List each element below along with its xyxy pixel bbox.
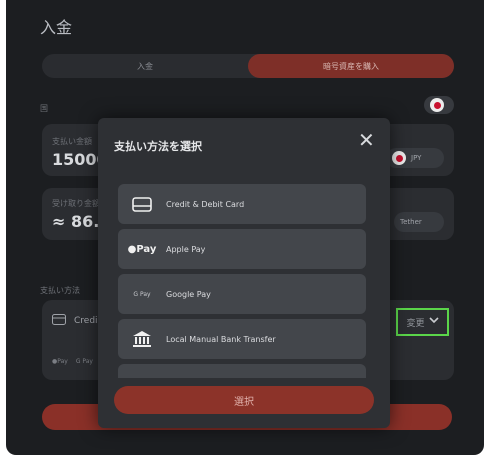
method-label: Google Pay: [166, 289, 211, 299]
card-icon: [118, 196, 166, 212]
currency-selector[interactable]: JPY: [386, 148, 444, 168]
method-list: Credit & Debit Card ● Pay Apple Pay G Pay…: [118, 184, 366, 378]
change-method-button[interactable]: 変更: [396, 308, 449, 336]
google-pay-logo: G Pay: [75, 358, 93, 365]
card-icon: [52, 314, 66, 328]
selected-method: Credi: [52, 314, 98, 328]
chevron-down-icon: [428, 317, 439, 327]
method-google-pay[interactable]: G Pay Google Pay: [118, 274, 366, 314]
change-label: 変更: [406, 318, 425, 329]
selected-method-label: Credi: [74, 316, 98, 326]
bank-icon: [118, 330, 166, 348]
method-label: Credit & Debit Card: [166, 199, 245, 209]
pay-amount-label: 支払い金額: [52, 137, 92, 146]
payment-method-modal: 支払い方法を選択 ✕ Credit & Debit Card ● Pay Appl…: [98, 118, 390, 428]
receive-amount-label: 受け取り金額: [52, 199, 100, 208]
modal-title: 支払い方法を選択: [114, 140, 202, 153]
tab-deposit[interactable]: 入金: [42, 54, 248, 78]
apple-pay-logo: ●Pay: [52, 358, 68, 365]
close-icon[interactable]: ✕: [358, 130, 375, 150]
jp-flag-icon: [392, 151, 406, 165]
method-bank-transfer[interactable]: Local Manual Bank Transfer: [118, 319, 366, 359]
method-credit-card[interactable]: Credit & Debit Card: [118, 184, 366, 224]
method-apple-pay[interactable]: ● Pay Apple Pay: [118, 229, 366, 269]
asset-name: Tether: [400, 218, 422, 226]
tab-buy-crypto[interactable]: 暗号資産を購入: [248, 54, 454, 78]
more-method-icon: [118, 377, 166, 378]
method-logos: ●Pay G Pay: [52, 358, 93, 365]
page-title: 入金: [40, 18, 73, 37]
currency-code: JPY: [411, 154, 422, 162]
payment-method-label: 支払い方法: [40, 286, 80, 295]
mode-tabs: 入金 暗号資産を購入: [42, 54, 454, 78]
country-selector[interactable]: [424, 96, 454, 114]
jp-flag-icon: [430, 98, 444, 112]
select-button[interactable]: 選択: [114, 386, 374, 414]
method-label: Local Manual Bank Transfer: [166, 334, 276, 344]
method-more[interactable]: [118, 364, 366, 378]
asset-selector[interactable]: Tether: [394, 212, 444, 232]
google-pay-icon: G Pay: [133, 290, 151, 298]
country-label: 国: [40, 104, 48, 113]
apple-pay-icon: ● Pay: [127, 243, 157, 255]
method-label: Apple Pay: [166, 244, 206, 254]
